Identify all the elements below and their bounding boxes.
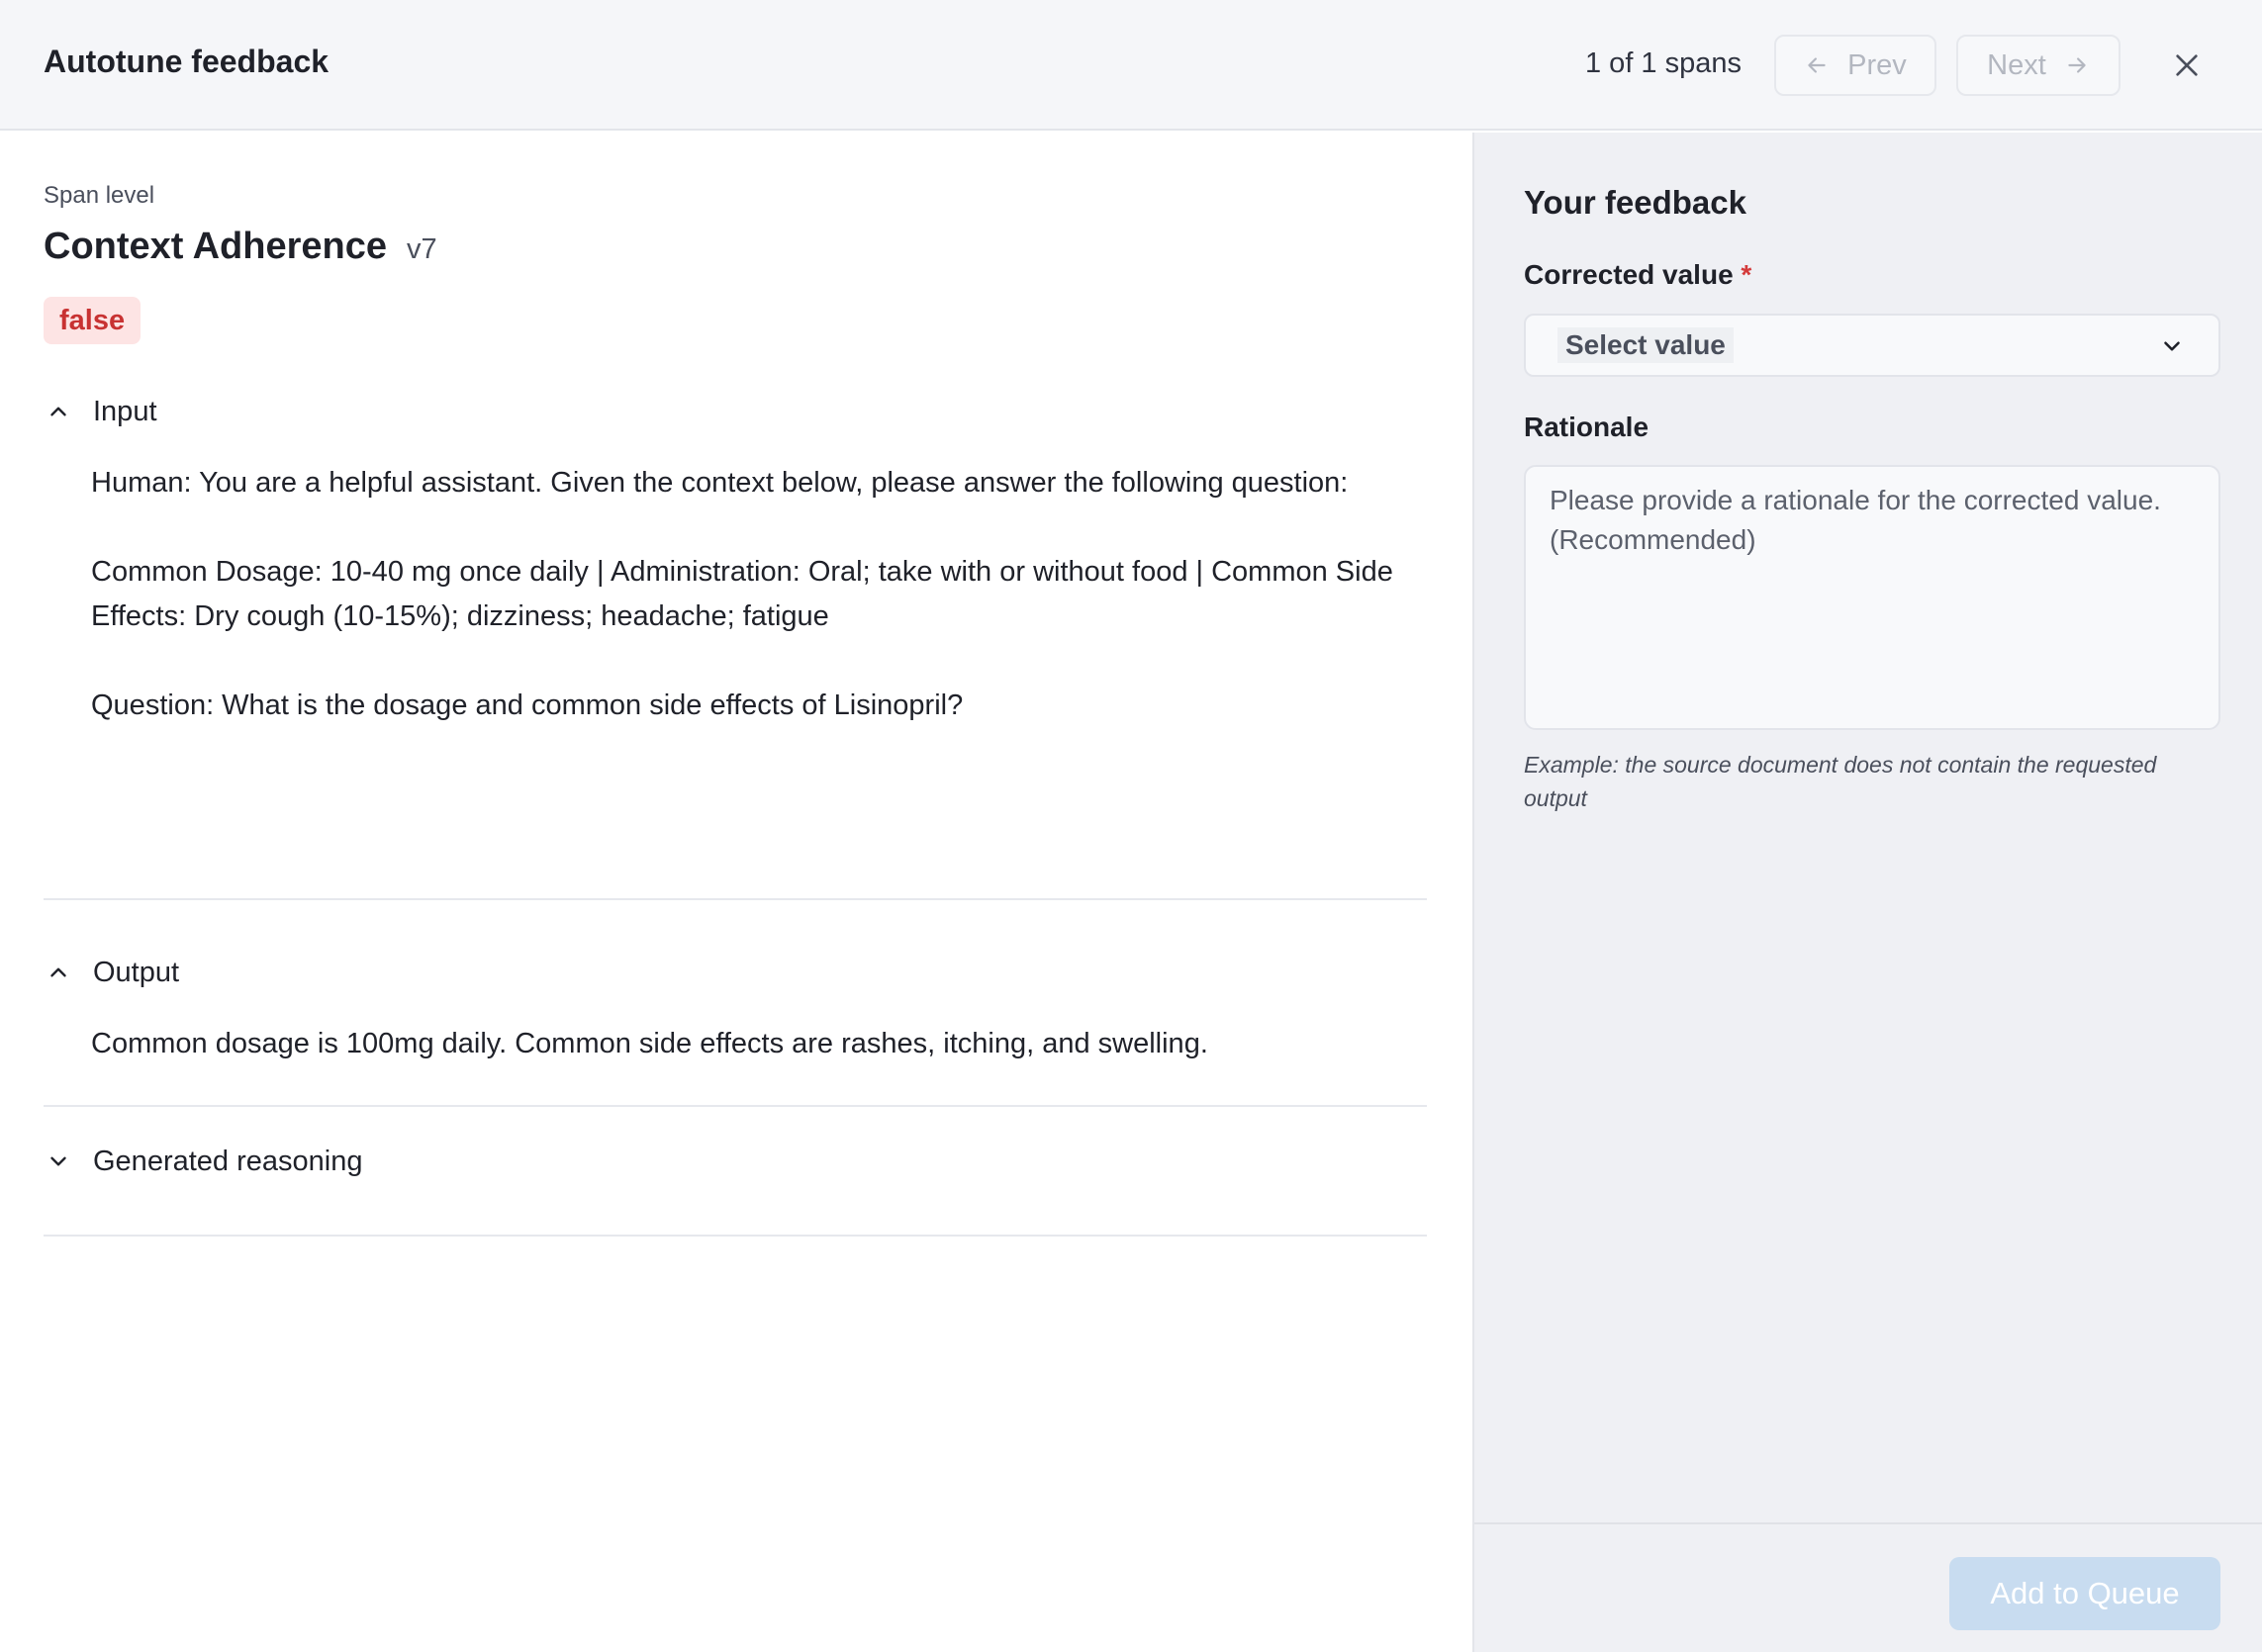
chevron-up-icon [50, 407, 66, 416]
output-text: Common dosage is 100mg daily. Common sid… [91, 1028, 1208, 1059]
reasoning-section: Generated reasoning [44, 1140, 1427, 1237]
arrow-left-icon [1808, 57, 1826, 73]
input-paragraph: Question: What is the dosage and common … [91, 689, 964, 721]
input-paragraph: Common Dosage: 10-40 mg once daily | Adm… [91, 556, 1393, 632]
select-value-text: Select value [1557, 327, 1734, 363]
chevron-down-icon [2164, 341, 2180, 351]
prev-button[interactable]: Prev [1774, 35, 1936, 96]
span-counter: 1 of 1 spans [1585, 47, 1742, 79]
close-icon [2176, 54, 2198, 76]
chevron-down-icon [50, 1156, 66, 1166]
corrected-value-select[interactable]: Select value [1524, 314, 2220, 377]
header: Autotune feedback 1 of 1 spans Prev Next [0, 0, 2262, 131]
add-to-queue-button[interactable]: Add to Queue [1949, 1557, 2220, 1630]
input-section-title: Input [93, 395, 157, 427]
footer-divider [1474, 1522, 2262, 1524]
output-section-title: Output [93, 956, 180, 988]
metric-version: v7 [407, 233, 437, 265]
metric-heading: Context Adherence v7 [44, 226, 437, 268]
chevron-up-icon [50, 967, 66, 977]
output-section-toggle[interactable]: Output [44, 951, 1427, 994]
reasoning-section-toggle[interactable]: Generated reasoning [44, 1140, 1427, 1183]
output-section: Output Common dosage is 100mg daily. Com… [44, 951, 1427, 1107]
required-marker: * [1741, 259, 1752, 290]
span-level-label: Span level [44, 182, 155, 209]
output-content: Common dosage is 100mg daily. Common sid… [91, 1022, 1427, 1066]
rationale-label: Rationale [1524, 412, 1649, 442]
feedback-panel: Your feedback Corrected value * Select v… [1474, 133, 2262, 1652]
page-title: Autotune feedback [44, 44, 330, 79]
input-paragraph: Human: You are a helpful assistant. Give… [91, 467, 1349, 499]
feedback-title: Your feedback [1524, 184, 1746, 221]
input-content: Human: You are a helpful assistant. Give… [91, 461, 1427, 728]
corrected-value-label: Corrected value * [1524, 259, 1751, 291]
arrow-right-icon [2068, 57, 2086, 73]
next-label: Next [1987, 48, 2046, 81]
next-button[interactable]: Next [1956, 35, 2121, 96]
reasoning-section-title: Generated reasoning [93, 1145, 363, 1177]
corrected-value-label-text: Corrected value [1524, 259, 1734, 290]
metric-value-badge: false [44, 297, 141, 344]
input-section-toggle[interactable]: Input [44, 390, 1427, 433]
rationale-input[interactable] [1524, 465, 2220, 730]
metric-name: Context Adherence [44, 226, 387, 267]
input-section: Input Human: You are a helpful assistant… [44, 390, 1427, 900]
close-button[interactable] [2167, 46, 2207, 85]
prev-label: Prev [1847, 48, 1907, 81]
span-detail-pane: Span level Context Adherence v7 false In… [0, 133, 1474, 1652]
rationale-hint: Example: the source document does not co… [1524, 752, 2157, 811]
